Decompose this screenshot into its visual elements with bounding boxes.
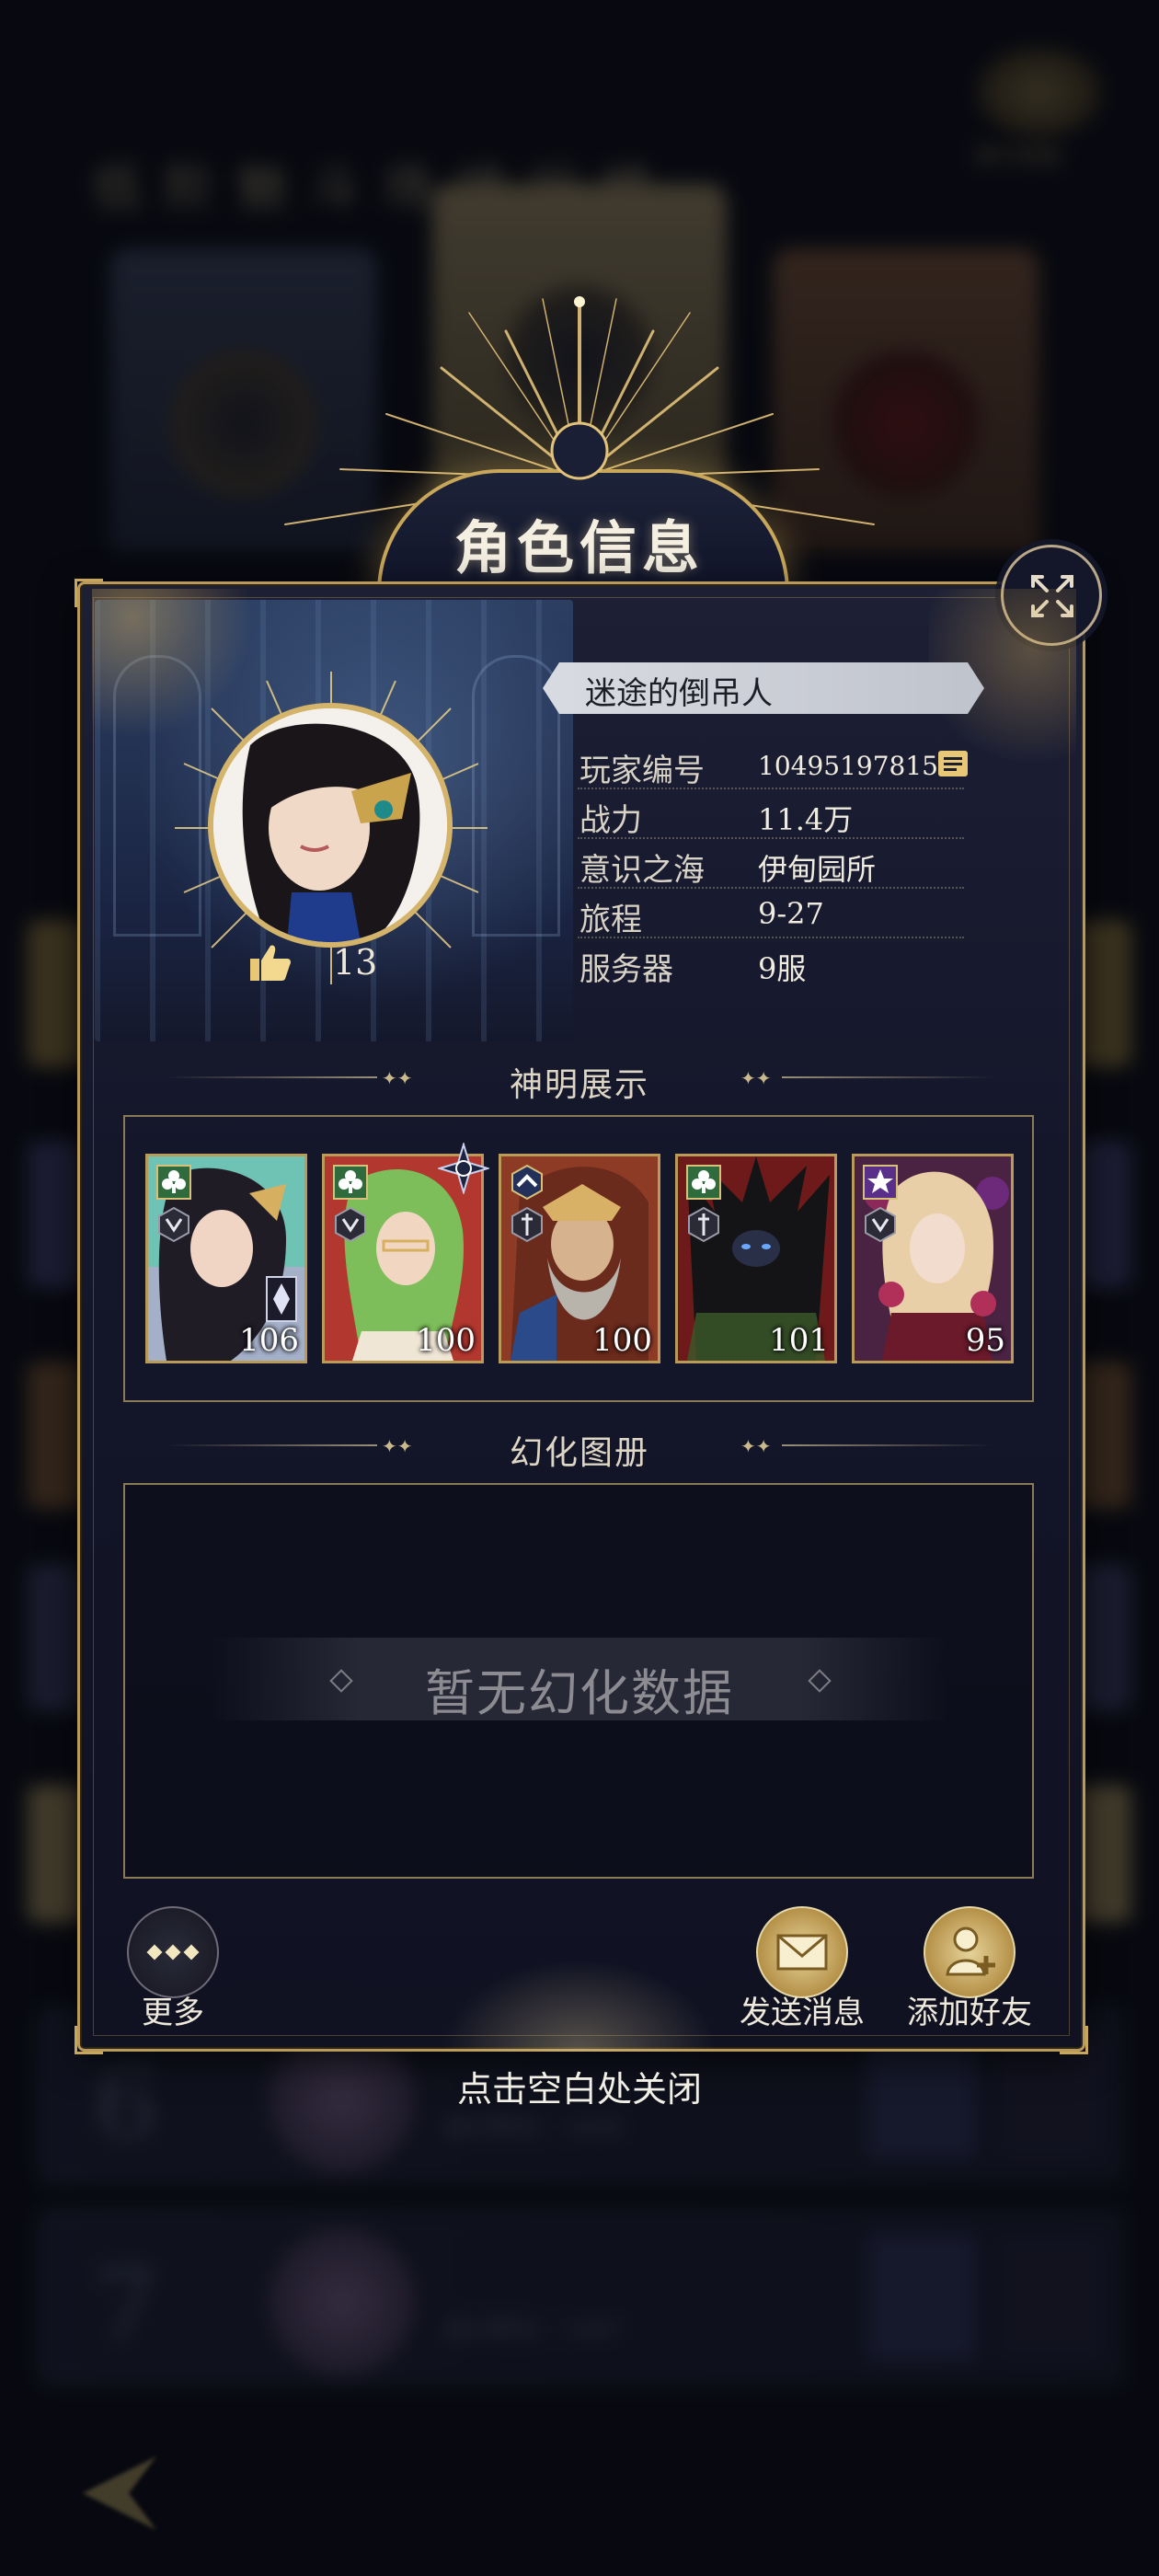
rarity-crest-icon: [266, 1276, 297, 1322]
sea-value: 伊甸园所: [758, 852, 877, 887]
section-title: 幻化图册: [509, 1434, 649, 1472]
send-message-label: 发送消息: [740, 1995, 865, 2031]
info-row-power: 战力 11.4万: [578, 788, 964, 839]
more-label: 更多: [142, 1995, 204, 2031]
add-friend-label: 添加好友: [907, 1995, 1032, 2031]
card-level: 95: [965, 1322, 1005, 1359]
envelope-icon: [776, 1934, 828, 1971]
server-value: 9服: [758, 951, 807, 986]
star-faction-icon: [863, 1165, 898, 1200]
player-avatar[interactable]: [208, 703, 453, 948]
info-row-journey: 旅程 9-27: [578, 887, 964, 938]
card-level: 101: [769, 1322, 829, 1359]
class-hex-icon: [865, 1206, 896, 1243]
add-friend-button[interactable]: [924, 1906, 1016, 1998]
deity-card[interactable]: 100: [499, 1154, 660, 1363]
power-value: 11.4万: [758, 802, 854, 837]
more-icon: [146, 1944, 200, 1961]
section-title: 神明展示: [509, 1066, 649, 1104]
sword-class-icon: [688, 1206, 719, 1243]
panel-title: 角色信息: [453, 514, 705, 581]
club-faction-icon: [333, 1165, 368, 1200]
deity-card[interactable]: 106: [145, 1154, 307, 1363]
thumbs-up-icon: [250, 945, 291, 981]
add-friend-icon: [946, 1926, 995, 1976]
info-label: 玩家编号: [580, 753, 705, 789]
copy-icon[interactable]: [936, 749, 970, 778]
gallery-empty-message: 暂无幻化数据: [425, 1664, 734, 1722]
player-id-value: 10495197815: [758, 751, 938, 781]
info-row-player-id: 玩家编号 10495197815: [578, 738, 968, 789]
info-row-sea: 意识之海 伊甸园所: [578, 837, 964, 889]
more-button[interactable]: [127, 1906, 219, 1998]
class-hex-icon: [335, 1206, 366, 1243]
info-label: 服务器: [580, 951, 673, 988]
star-compass-icon: [438, 1143, 489, 1194]
card-level: 100: [416, 1322, 476, 1359]
info-label: 战力: [580, 802, 642, 839]
info-label: 旅程: [580, 902, 642, 938]
card-level: 100: [592, 1322, 652, 1359]
info-label: 意识之海: [580, 852, 705, 889]
player-name: 迷途的倒吊人: [585, 675, 773, 712]
section-header-gallery: ✦✦ 幻化图册 ✦✦: [166, 1422, 993, 1472]
chevron-faction-icon: [511, 1164, 543, 1201]
tap-to-close-hint: 点击空白处关闭: [456, 2069, 702, 2110]
section-header-showcase: ✦✦ 神明展示 ✦✦: [166, 1054, 993, 1104]
likes[interactable]: 13: [248, 937, 414, 988]
avatar-portrait: [213, 708, 447, 942]
journey-value: 9-27: [758, 896, 824, 931]
moon-emblem-icon: [550, 421, 609, 480]
deity-card[interactable]: 95: [852, 1154, 1014, 1363]
club-faction-icon: [156, 1165, 191, 1200]
back-arrow-icon[interactable]: [64, 2447, 175, 2539]
send-message-button[interactable]: [756, 1906, 848, 1998]
club-faction-icon: [686, 1165, 721, 1200]
sword-class-icon: [511, 1206, 543, 1243]
info-row-server: 服务器 9服: [578, 937, 964, 988]
deity-card[interactable]: 101: [675, 1154, 837, 1363]
card-level: 106: [239, 1322, 299, 1359]
likes-count: 13: [333, 942, 378, 983]
class-hex-icon: [158, 1206, 189, 1243]
